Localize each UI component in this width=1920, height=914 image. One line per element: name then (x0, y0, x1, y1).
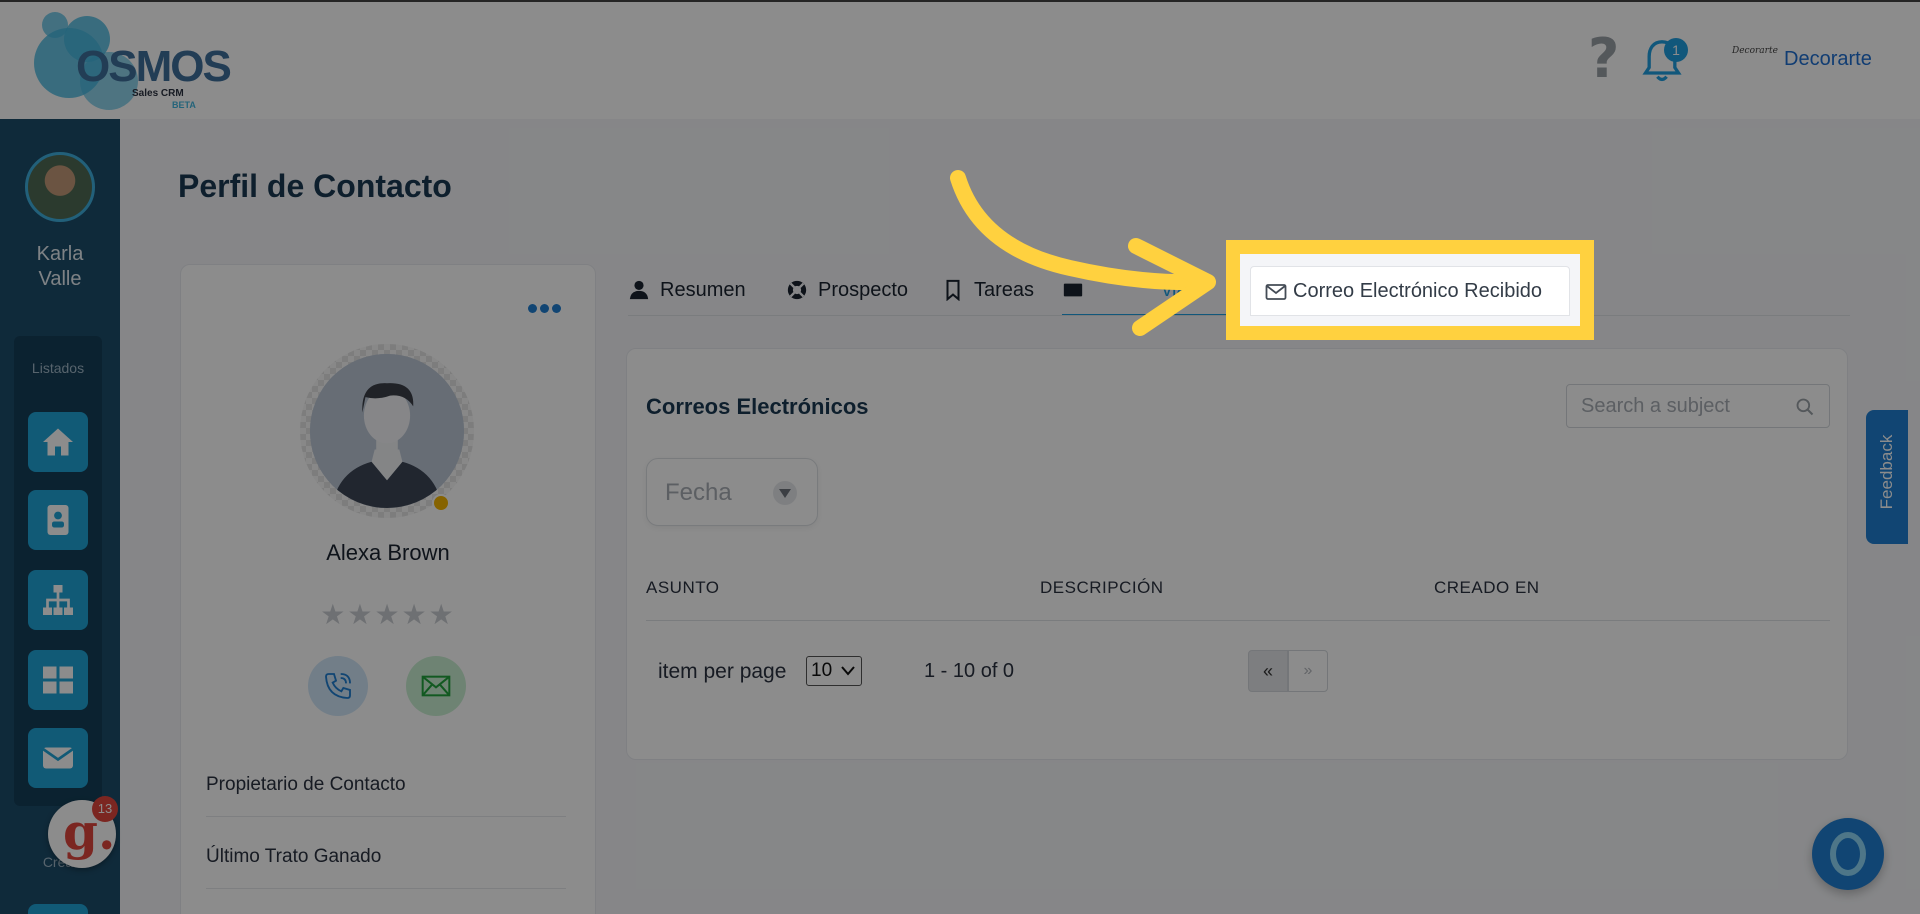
feedback-tab[interactable]: Feedback (1866, 410, 1908, 544)
user-name: Karla Valle (36, 243, 84, 290)
envelope-outline-icon (1265, 284, 1287, 300)
tab-tareas[interactable]: Tareas (942, 270, 1052, 316)
envelope-icon (421, 675, 451, 697)
chevron-down-icon (773, 481, 797, 505)
notification-badge: 1 (1664, 38, 1688, 62)
company-logo: Decorarte (1732, 46, 1778, 56)
email-button[interactable] (406, 656, 466, 716)
date-filter-dropdown[interactable]: Fecha (646, 458, 818, 526)
more-options-icon[interactable] (528, 298, 562, 318)
pagination-prev-button[interactable]: « (1248, 650, 1288, 692)
nav-mail-button[interactable] (28, 728, 88, 788)
tab-resumen[interactable]: Resumen (628, 270, 768, 316)
pagination-range: 1 - 10 of 0 (924, 660, 1015, 682)
default-person-icon (310, 354, 464, 508)
tab-prospecto[interactable]: Prospecto (786, 270, 936, 316)
pointer-arrow-icon (950, 170, 1216, 336)
search-input[interactable] (1581, 393, 1781, 419)
column-header-created-at[interactable]: CREADO EN (1434, 578, 1540, 598)
tab-label: viad (1162, 279, 1199, 301)
tabs-divider (628, 315, 1850, 316)
company-name[interactable]: Decorarte (1784, 48, 1872, 71)
contact-card-icon (47, 505, 69, 535)
contact-owner-field[interactable]: Propietario de Contacto (206, 774, 566, 817)
table-divider (646, 620, 1830, 621)
rating-stars[interactable]: ★★★★★ (180, 598, 596, 631)
bookmark-icon (946, 279, 960, 301)
nav-create-button[interactable] (28, 904, 88, 914)
search-box[interactable] (1566, 384, 1830, 428)
mail-icon (42, 747, 74, 769)
tab-label: Resumen (660, 279, 746, 301)
nav-organization-button[interactable] (28, 570, 88, 630)
items-per-page-label: item per page (658, 660, 787, 683)
call-button[interactable] (308, 656, 368, 716)
column-header-description[interactable]: DESCRIPCIÓN (1040, 578, 1164, 598)
items-per-page-select[interactable]: 10 (806, 656, 862, 686)
chevron-down-icon (841, 666, 855, 676)
column-header-subject[interactable]: ASUNTO (646, 578, 720, 598)
nav-home-button[interactable] (28, 412, 88, 472)
nav-dashboard-button[interactable] (28, 650, 88, 710)
contact-name: Alexa Brown (326, 540, 450, 565)
lifebuoy-icon (787, 280, 807, 300)
contact-avatar (300, 344, 474, 518)
feedback-label: Feedback (1877, 434, 1896, 510)
tab-label: Tareas (974, 279, 1035, 301)
g-widget-badge: 13 (92, 796, 118, 822)
logo-subtitle: Sales CRM (132, 88, 184, 99)
logo-badge: BETA (172, 100, 196, 110)
tab-label: Prospecto (818, 279, 909, 301)
help-icon[interactable]: ? (1588, 32, 1619, 86)
envelope-icon (1063, 283, 1083, 297)
top-header: OSMOS Sales CRM BETA ? 1 Decorarte Decor… (0, 0, 1920, 119)
tab-correos-enviados[interactable]: viad (1062, 270, 1232, 316)
pagination-next-button[interactable]: » (1288, 650, 1328, 692)
status-dot (432, 494, 450, 512)
nav-contacts-button[interactable] (28, 490, 88, 550)
chat-logo-icon (1830, 832, 1866, 876)
logo-text: OSMOS (76, 42, 232, 91)
osmos-logo[interactable]: OSMOS Sales CRM BETA (28, 12, 232, 112)
date-filter-label: Fecha (665, 479, 732, 506)
last-deal-won-field[interactable]: Último Trato Ganado (206, 846, 566, 889)
dashboard-grid-icon (43, 666, 73, 694)
items-per-page-value: 10 (811, 660, 833, 681)
chat-widget-button[interactable] (1812, 818, 1884, 890)
nav-section-title: Listados (31, 360, 85, 376)
page-title: Perfil de Contacto (178, 168, 452, 204)
tab-label: Correo Electrónico Recibido (1293, 280, 1543, 302)
tab-correo-recibido[interactable]: Correo Electrónico Recibido (1250, 266, 1570, 316)
home-icon (43, 428, 73, 456)
user-icon (629, 280, 649, 300)
search-icon[interactable] (1795, 397, 1815, 417)
phone-icon (325, 673, 351, 699)
user-avatar[interactable] (25, 152, 95, 222)
emails-title: Correos Electrónicos (646, 394, 869, 419)
org-chart-icon (43, 585, 73, 615)
